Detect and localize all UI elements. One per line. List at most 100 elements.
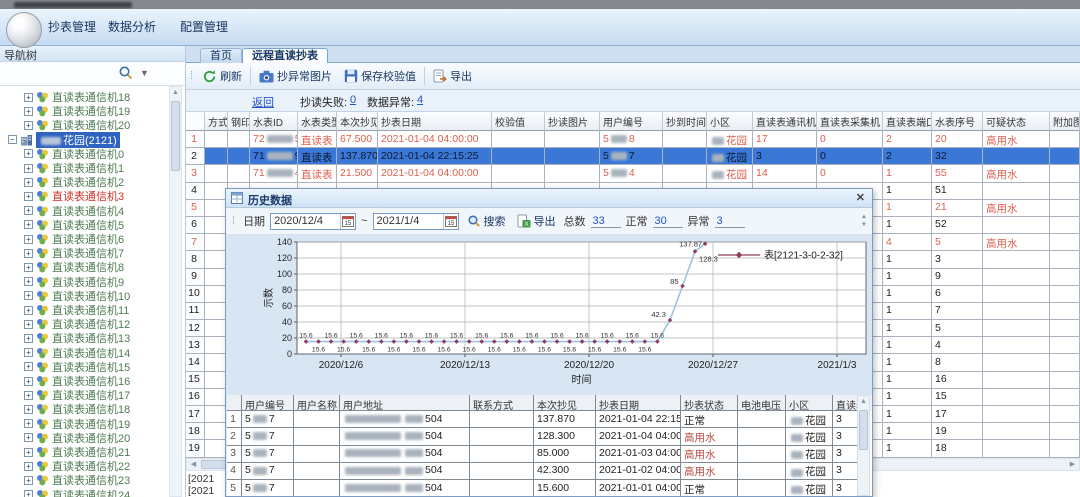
tree-item[interactable]: +直读表通信机0 (0, 147, 124, 161)
tree-expand-icon[interactable]: + (24, 235, 33, 244)
calendar-icon[interactable]: 15 (340, 214, 355, 229)
tree-item[interactable]: +直读表通信机3 (0, 189, 124, 203)
tree-expand-icon[interactable]: + (24, 433, 33, 442)
tree-expand-icon[interactable]: + (24, 220, 33, 229)
date-from-value[interactable]: 2020/12/4 (271, 215, 340, 227)
normal-value[interactable]: 30 (653, 215, 683, 228)
scroll-left-icon[interactable]: ◀ (187, 459, 200, 470)
tree-expand-icon[interactable]: + (24, 320, 33, 329)
tree-expand-icon[interactable]: + (24, 405, 33, 414)
scroll-right-icon[interactable]: ▶ (1066, 459, 1079, 470)
tree-expand-icon[interactable]: + (24, 164, 33, 173)
column-header[interactable]: 本次抄见 (337, 112, 378, 131)
column-header[interactable]: 直读表采集机 (817, 112, 883, 131)
history-row[interactable]: 55750415.6002021-01-01 04:00:00正常花园3 (227, 480, 873, 497)
menu-item-config-management[interactable]: 配置管理 (176, 9, 232, 46)
scroll-up-icon[interactable]: ▲ (170, 87, 181, 99)
capture-abnormal-photo-button[interactable]: 抄异常图片 (253, 65, 338, 87)
tree-expand-icon[interactable]: + (24, 391, 33, 400)
history-row[interactable]: 257504128.3002021-01-04 04:00:00高用水花园3 (227, 428, 873, 445)
date-to-input[interactable]: 2021/1/4 15 (373, 213, 459, 230)
column-header[interactable] (227, 395, 242, 411)
chevron-down-icon[interactable]: ▼ (140, 68, 149, 78)
column-header[interactable]: 校验值 (492, 112, 545, 131)
column-header[interactable]: 直读表端口 (883, 112, 932, 131)
tree-item[interactable]: +直读表通信机12 (0, 317, 130, 331)
tree-expand-icon[interactable]: − (8, 135, 17, 144)
date-from-input[interactable]: 2020/12/4 15 (270, 213, 356, 230)
column-header[interactable]: 抄表状态 (681, 395, 738, 411)
column-header[interactable]: 水表ID (250, 112, 298, 131)
tree-expand-icon[interactable]: + (24, 263, 33, 272)
table-row[interactable]: 2719直读表137.8702021-01-04 22:15:2557花园302… (186, 148, 1080, 165)
tree-item[interactable]: +直读表通信机2 (0, 175, 124, 189)
abnormal-value[interactable]: 3 (715, 215, 745, 228)
refresh-button[interactable]: 刷新 (196, 65, 248, 87)
tree-item[interactable]: +直读表通信机7 (0, 246, 124, 260)
column-header[interactable]: 直读表通讯机 (753, 112, 817, 131)
column-header[interactable]: 小区 (786, 395, 833, 411)
column-header[interactable]: 用户名称 (294, 395, 340, 411)
menu-item-meter-management[interactable]: 抄表管理 (44, 9, 100, 46)
column-header[interactable]: 用户编号 (600, 112, 663, 131)
tree-item[interactable]: +直读表通信机15 (0, 360, 130, 374)
total-value[interactable]: 33 (591, 215, 621, 228)
tree-item[interactable]: +直读表通信机8 (0, 260, 124, 274)
column-header[interactable]: 小区 (707, 112, 753, 131)
column-header[interactable]: 水表类型 (298, 112, 337, 131)
fail-count-link[interactable]: 0 (350, 94, 356, 106)
search-button[interactable]: 搜索 (464, 213, 509, 229)
export-button[interactable]: X 导出 (514, 213, 559, 229)
back-link[interactable]: 返回 (252, 94, 274, 110)
tree-expand-icon[interactable]: + (24, 348, 33, 357)
column-header[interactable]: 抄表日期 (378, 112, 492, 131)
tree-item[interactable]: +直读表通信机17 (0, 388, 130, 402)
tree-expand-icon[interactable]: + (24, 178, 33, 187)
tree-item[interactable]: +直读表通信机1 (0, 161, 124, 175)
tree-expand-icon[interactable]: + (24, 448, 33, 457)
tree-item[interactable]: +直读表通信机19 (0, 417, 130, 431)
calendar-icon[interactable]: 15 (443, 214, 458, 229)
tree-expand-icon[interactable]: + (24, 377, 33, 386)
app-orb-button[interactable] (6, 12, 42, 48)
close-icon[interactable]: ✕ (856, 191, 865, 204)
tree-item[interactable]: +直读表通信机6 (0, 232, 124, 246)
tree-item[interactable]: +直读表通信机13 (0, 331, 130, 345)
column-header[interactable]: 用户地址 (340, 395, 470, 411)
column-header[interactable]: 水表序号 (932, 112, 983, 131)
column-header[interactable]: 附加图片 (1050, 112, 1080, 131)
tree-item[interactable]: +直读表通信机20 (0, 118, 130, 132)
tree-item[interactable]: +直读表通信机18 (0, 90, 130, 104)
column-header[interactable]: 直读表编号 (833, 395, 858, 411)
column-header[interactable]: 可疑状态 (983, 112, 1050, 131)
tree-item[interactable]: +直读表通信机16 (0, 374, 130, 388)
history-table-scrollbar[interactable]: ▲ (857, 395, 870, 496)
column-header[interactable]: 用户编号 (242, 395, 294, 411)
table-row[interactable]: 1725直读表67.5002021-01-04 04:00:0058花园1702… (186, 131, 1080, 148)
tree-expand-icon[interactable]: + (24, 334, 33, 343)
tree-item[interactable]: +直读表通信机5 (0, 218, 124, 232)
tree-item[interactable]: +直读表通信机19 (0, 104, 130, 118)
tree-expand-icon[interactable]: + (24, 277, 33, 286)
save-check-values-button[interactable]: 保存校验值 (338, 65, 422, 87)
tree-expand-icon[interactable]: + (24, 149, 33, 158)
tab-remote-reading[interactable]: 远程直读抄表 (242, 48, 328, 64)
tree-expand-icon[interactable]: + (24, 291, 33, 300)
tree-expand-icon[interactable]: + (24, 206, 33, 215)
history-row[interactable]: 35750485.0002021-01-03 04:00:00高用水花园3 (227, 446, 873, 463)
column-header[interactable]: 方式 (205, 112, 228, 131)
column-header[interactable]: 抄读图片 (545, 112, 600, 131)
column-header[interactable]: 联系方式 (470, 395, 534, 411)
tree-item[interactable]: +直读表通信机4 (0, 204, 124, 218)
history-row[interactable]: 157504137.8702021-01-04 22:15:25正常花园3 (227, 411, 873, 428)
toolbar-spinner[interactable]: ▲▼ (859, 213, 869, 231)
menu-item-data-analysis[interactable]: 数据分析 (104, 9, 160, 46)
tree-expand-icon[interactable]: + (24, 93, 33, 102)
sidebar-scrollbar[interactable]: ▲ (169, 86, 182, 497)
column-header[interactable]: 钢印号 (228, 112, 250, 131)
abnormal-count-link[interactable]: 4 (417, 94, 423, 106)
column-header[interactable] (186, 112, 205, 131)
tree-expand-icon[interactable]: + (24, 362, 33, 371)
scrollbar-thumb[interactable] (859, 410, 868, 450)
table-row[interactable]: 3714直读表21.5002021-01-04 04:00:0054花园1401… (186, 165, 1080, 182)
